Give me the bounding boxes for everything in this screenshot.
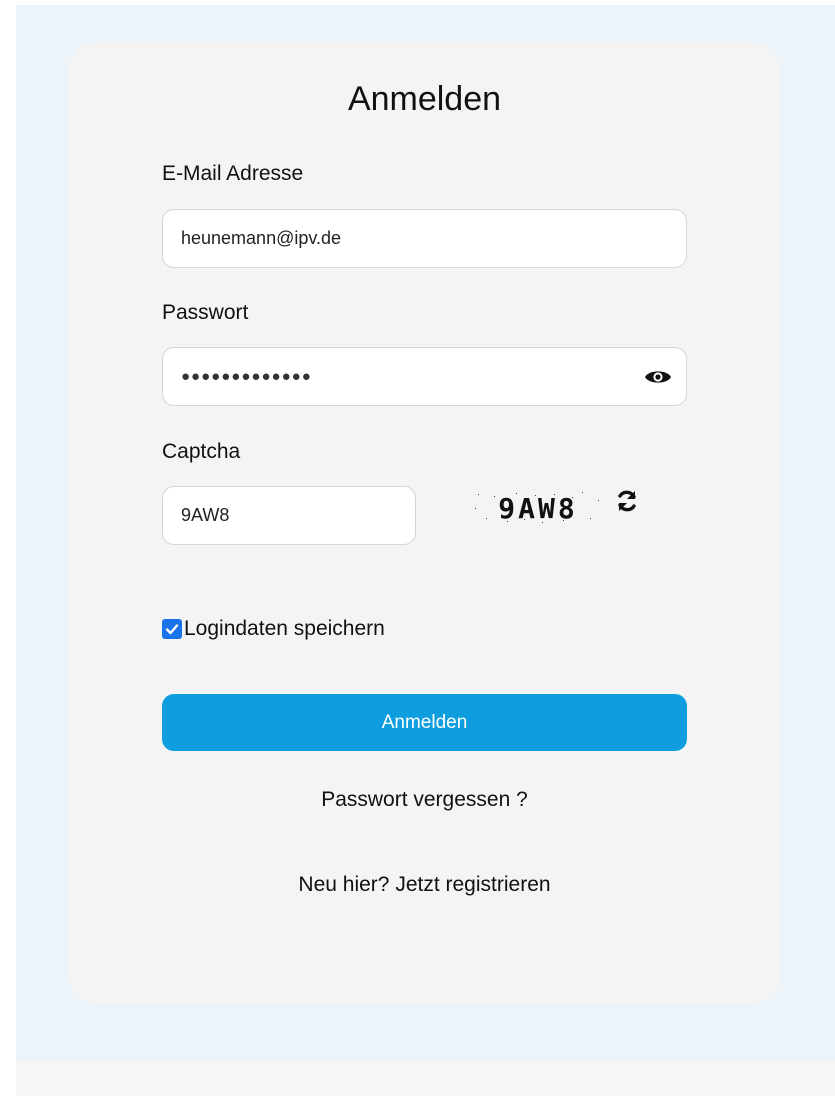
refresh-icon[interactable] [614, 488, 640, 514]
password-value: ●●●●●●●●●●●●● [181, 368, 312, 385]
page-title: Anmelden [347, 80, 502, 118]
remember-checkbox[interactable] [162, 619, 182, 639]
email-label: E-Mail Adresse [162, 162, 304, 185]
captcha-text: 9AW8 [498, 492, 577, 525]
checkmark-icon [165, 624, 179, 635]
password-field[interactable]: ●●●●●●●●●●●●● [162, 347, 687, 406]
login-button[interactable]: Anmelden [162, 694, 687, 751]
footer-strip [16, 1061, 835, 1096]
login-card: Anmelden E-Mail Adresse Passwort ●●●●●●●… [69, 42, 780, 1003]
remember-row[interactable]: Logindaten speichern [162, 617, 385, 641]
eye-icon[interactable] [644, 367, 672, 387]
email-field[interactable] [162, 209, 687, 268]
password-label: Passwort [162, 301, 249, 324]
captcha-image: 9AW8 [472, 490, 604, 526]
captcha-label: Captcha [162, 440, 241, 463]
remember-label: Logindaten speichern [184, 617, 385, 640]
register-row: Neu hier? Jetzt registrieren [69, 873, 780, 897]
register-link[interactable]: Jetzt registrieren [395, 873, 550, 896]
forgot-password-link[interactable]: Passwort vergessen ? [69, 788, 780, 812]
captcha-input[interactable] [162, 486, 416, 545]
register-prompt: Neu hier? [298, 873, 390, 896]
